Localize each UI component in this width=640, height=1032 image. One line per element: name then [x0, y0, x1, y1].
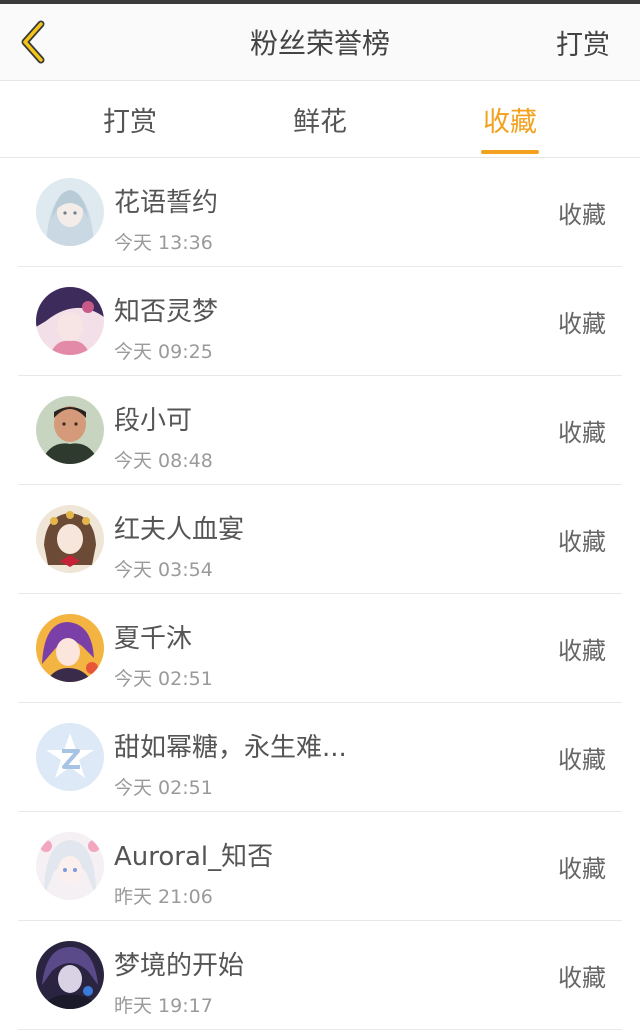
- fan-name: 夏千沐: [114, 624, 193, 654]
- nav-bar: 粉丝荣誉榜 打赏: [0, 4, 640, 81]
- action-label: 收藏: [558, 745, 606, 774]
- reward-button[interactable]: 打赏: [556, 4, 610, 80]
- tab-favorites[interactable]: 收藏: [440, 81, 580, 157]
- fan-name: 花语誓约: [114, 188, 219, 218]
- tab-label: 收藏: [483, 106, 537, 138]
- tab-reward[interactable]: 打赏: [60, 81, 200, 157]
- list-item[interactable]: 甜如幂糖，永生难... 今天 02:51 收藏: [18, 703, 622, 812]
- fan-name: 知否灵梦: [114, 297, 219, 327]
- fan-time: 今天 08:48: [114, 450, 213, 472]
- avatar[interactable]: [36, 178, 104, 246]
- avatar[interactable]: [36, 505, 104, 573]
- chevron-left-icon: [21, 20, 45, 64]
- list-item[interactable]: 知否灵梦 今天 09:25 收藏: [18, 267, 622, 376]
- action-label: 收藏: [558, 527, 606, 556]
- action-label: 收藏: [558, 963, 606, 992]
- avatar[interactable]: [36, 287, 104, 355]
- list-item[interactable]: 段小可 今天 08:48 收藏: [18, 376, 622, 485]
- action-label: 收藏: [558, 309, 606, 338]
- fan-time: 今天 02:51: [114, 668, 213, 690]
- action-label: 收藏: [558, 418, 606, 447]
- fan-name: 段小可: [114, 406, 193, 436]
- avatar[interactable]: [36, 832, 104, 900]
- active-tab-indicator: [481, 150, 539, 154]
- fan-time: 昨天 19:17: [114, 995, 213, 1017]
- fan-time: 今天 02:51: [114, 777, 213, 799]
- action-label: 收藏: [558, 854, 606, 883]
- list-item[interactable]: 红夫人血宴 今天 03:54 收藏: [18, 485, 622, 594]
- avatar[interactable]: [36, 941, 104, 1009]
- fan-name: 梦境的开始: [114, 951, 245, 981]
- page-title: 粉丝荣誉榜: [249, 27, 390, 60]
- list-item[interactable]: 夏千沐 今天 02:51 收藏: [18, 594, 622, 703]
- fan-name: 甜如幂糖，永生难...: [114, 733, 347, 763]
- back-button[interactable]: [14, 20, 54, 64]
- avatar[interactable]: [36, 723, 104, 791]
- tab-label: 打赏: [103, 106, 157, 138]
- tab-flowers[interactable]: 鲜花: [250, 81, 390, 157]
- tab-label: 鲜花: [293, 106, 347, 138]
- fan-time: 今天 13:36: [114, 232, 213, 254]
- fan-time: 今天 09:25: [114, 341, 213, 363]
- avatar[interactable]: [36, 614, 104, 682]
- list-item[interactable]: 梦境的开始 昨天 19:17 收藏: [18, 921, 622, 1030]
- fan-time: 昨天 21:06: [114, 886, 213, 908]
- avatar[interactable]: [36, 396, 104, 464]
- fan-time: 今天 03:54: [114, 559, 213, 581]
- fan-list: 花语誓约 今天 13:36 收藏 知否灵梦 今天 09:25 收藏 段小可 今天…: [0, 158, 640, 1030]
- action-label: 收藏: [558, 636, 606, 665]
- tab-bar: 打赏 鲜花 收藏: [0, 81, 640, 158]
- fan-name: 红夫人血宴: [114, 515, 245, 545]
- list-item[interactable]: Auroral_知否 昨天 21:06 收藏: [18, 812, 622, 921]
- action-label: 收藏: [558, 200, 606, 229]
- list-item[interactable]: 花语誓约 今天 13:36 收藏: [18, 158, 622, 267]
- fan-name: Auroral_知否: [114, 842, 274, 872]
